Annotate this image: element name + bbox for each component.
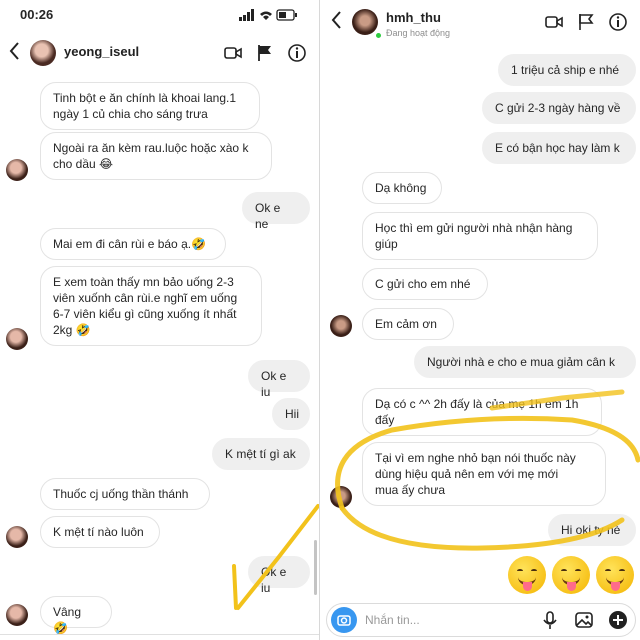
message-bubble: E có bận học hay làm k [482,132,636,164]
message-bubble: K mệt tí nào luôn [40,516,160,548]
message-bubble: 1 triệu cả ship e nhé [498,54,636,86]
divider [0,634,319,640]
active-status: Đang hoạt động [386,28,451,38]
status-time: 00:26 [20,7,54,22]
scrollbar[interactable] [314,540,317,595]
add-icon[interactable] [607,609,629,631]
header-actions [223,43,307,63]
message-bubble: Dạ có c ^^ 2h đấy là của mẹ 1h em 1h đấy [362,388,602,436]
message-bubble: K mệt tí gì ak [212,438,310,470]
input-actions [539,609,629,631]
message-bubble: Ok e iu [248,360,310,399]
contact-avatar [330,486,352,508]
message-bubble: Mai em đi cân rùi e báo ạ.🤣 [40,228,226,260]
emoji-tongue-icon [508,556,546,594]
contact-avatar [6,328,28,350]
message-bubble: Học thì em gửi người nhà nhận hàng giúp [362,212,598,260]
chat-username[interactable]: yeong_iseul [64,44,139,59]
message-bubble: Ok e ne [242,192,310,231]
video-call-icon[interactable] [544,12,564,32]
message-bubble: E xem toàn thấy mn bảo uống 2-3 viên xuố… [40,266,262,346]
message-input-bar[interactable]: Nhắn tin... [326,603,636,637]
emoji-yum-icon [596,556,634,594]
header-actions [544,12,628,32]
left-chat-panel: 00:26 yeong_iseul Tinh bột e ăn chính là… [0,0,320,640]
back-chevron-icon[interactable] [328,9,346,31]
microphone-icon[interactable] [539,609,561,631]
message-bubble: C gửi cho em nhé [362,268,488,300]
gallery-icon[interactable] [573,609,595,631]
message-bubble: C gửi 2-3 ngày hàng về [482,92,636,124]
contact-avatar [6,159,28,181]
message-bubble: Ok e iu [248,556,310,595]
message-bubble: Em cảm ơn [362,308,454,340]
status-bar: 00:26 [0,0,319,30]
message-bubble: Hii [272,398,310,430]
message-bubble: Tại vì em nghe nhỏ bạn nói thuốc này dùn… [362,442,606,506]
contact-avatar [6,526,28,548]
video-call-icon[interactable] [223,43,243,63]
contact-avatar [6,604,28,626]
message-bubble: Tinh bột e ăn chính là khoai lang.1 ngày… [40,82,260,130]
back-chevron-icon[interactable] [6,40,24,62]
flag-icon[interactable] [576,12,596,32]
camera-icon[interactable] [331,607,357,633]
avatar[interactable] [352,9,378,35]
chat-header: yeong_iseul [0,33,319,73]
status-icons [239,9,297,21]
message-bubble: Ngoài ra ăn kèm rau.luộc hoặc xào k cho … [40,132,272,180]
info-icon[interactable] [287,43,307,63]
online-indicator [374,31,383,40]
emoji-yum-icon [552,556,590,594]
flag-icon[interactable] [255,43,275,63]
message-bubble: Thuốc cj uống thần thánh [40,478,210,510]
avatar[interactable] [30,40,56,66]
info-icon[interactable] [608,12,628,32]
right-chat-panel: hmh_thu Đang hoạt động 1 triệu cả ship e… [322,0,640,640]
contact-avatar [330,315,352,337]
message-bubble: Người nhà e cho e mua giảm cân k [414,346,636,378]
message-input[interactable]: Nhắn tin... [365,613,420,627]
message-bubble: Hi oki ty nè [548,514,636,546]
message-bubble: Vâng 🤣 [40,596,112,635]
chat-username[interactable]: hmh_thu [386,10,441,25]
chat-header: hmh_thu Đang hoạt động [322,2,640,42]
message-bubble: Dạ không [362,172,442,204]
